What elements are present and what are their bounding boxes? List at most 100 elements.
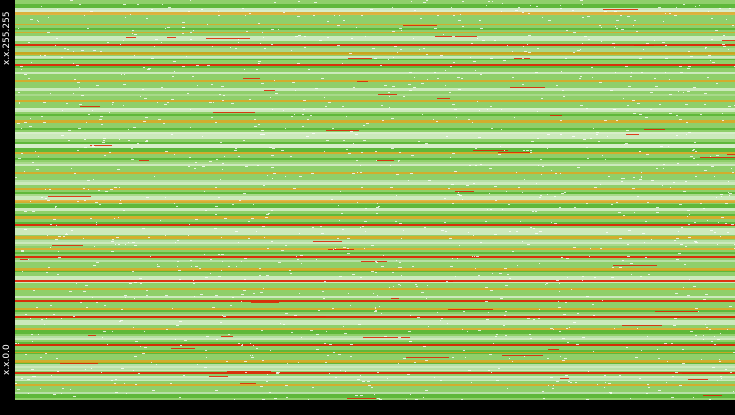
noise-speck	[360, 165, 361, 166]
heatmap-row-band	[15, 166, 735, 168]
noise-speck	[19, 102, 20, 103]
noise-speck	[571, 289, 572, 290]
noise-speck	[631, 274, 632, 275]
noise-speck	[182, 27, 185, 28]
noise-speck	[28, 42, 30, 43]
noise-speck	[24, 229, 27, 230]
noise-speck	[375, 307, 376, 308]
noise-speck	[340, 191, 341, 192]
noise-speck	[522, 58, 524, 59]
noise-speck	[295, 9, 296, 10]
noise-speck	[222, 163, 224, 164]
noise-speck	[694, 241, 697, 242]
noise-speck	[259, 268, 261, 269]
noise-speck	[283, 324, 285, 325]
noise-speck	[103, 331, 106, 332]
noise-speck	[495, 336, 497, 337]
noise-speck	[96, 302, 98, 303]
noise-speck	[29, 126, 32, 127]
noise-speck	[249, 99, 251, 100]
heatmap-row-band	[15, 112, 735, 114]
noise-speck	[715, 30, 718, 31]
noise-speck	[93, 50, 96, 51]
noise-speck	[559, 291, 560, 292]
noise-speck	[332, 128, 334, 129]
noise-speck	[343, 140, 345, 141]
noise-speck	[456, 117, 457, 118]
noise-speck	[32, 162, 34, 163]
noise-speck	[133, 127, 136, 128]
noise-speck	[480, 242, 482, 243]
noise-speck	[177, 266, 178, 267]
noise-speck	[253, 293, 255, 294]
noise-speck	[245, 166, 248, 167]
noise-speck	[675, 293, 678, 294]
noise-speck	[637, 196, 639, 197]
noise-speck	[66, 103, 68, 104]
noise-speck	[722, 113, 723, 114]
noise-speck	[373, 293, 374, 294]
noise-speck	[542, 166, 544, 167]
medium-row-band	[15, 288, 735, 290]
noise-speck	[235, 148, 237, 149]
noise-speck	[324, 97, 325, 98]
noise-speck	[99, 119, 102, 120]
noise-speck	[325, 106, 327, 107]
noise-speck	[272, 109, 273, 110]
heatmap-row-band	[15, 314, 735, 316]
noise-speck	[475, 70, 476, 71]
noise-speck	[440, 320, 441, 321]
noise-speck	[718, 222, 719, 223]
noise-speck	[393, 286, 394, 287]
heatmap-row-band	[15, 374, 735, 376]
noise-speck	[470, 57, 471, 58]
noise-speck	[509, 278, 511, 279]
noise-speck	[254, 119, 256, 120]
noise-speck	[547, 148, 548, 149]
noise-speck	[398, 284, 400, 285]
noise-speck	[21, 153, 23, 154]
noise-speck	[588, 371, 589, 372]
noise-speck	[130, 14, 131, 15]
noise-speck	[403, 358, 406, 359]
noise-speck	[194, 296, 195, 297]
noise-speck	[15, 383, 17, 384]
noise-speck	[533, 228, 535, 229]
noise-speck	[616, 120, 618, 121]
noise-speck	[195, 219, 198, 220]
medium-row-band	[15, 352, 735, 353]
noise-speck	[163, 123, 165, 124]
noise-speck	[580, 49, 581, 50]
noise-speck	[324, 343, 326, 344]
noise-speck	[709, 329, 711, 330]
noise-speck	[453, 62, 455, 63]
noise-speck	[56, 38, 58, 39]
noise-speck	[224, 156, 225, 157]
heatmap-row-band	[15, 98, 735, 100]
noise-speck	[232, 204, 234, 205]
noise-speck	[621, 29, 624, 30]
noise-speck	[716, 155, 719, 156]
noise-speck	[590, 138, 592, 139]
noise-speck	[536, 183, 537, 184]
noise-speck	[176, 325, 179, 326]
noise-speck	[266, 381, 268, 382]
noise-speck	[516, 231, 518, 232]
noise-speck	[697, 164, 699, 165]
medium-row-band	[15, 172, 735, 174]
heatmap-row-band	[15, 318, 735, 320]
noise-speck	[215, 206, 218, 207]
heatmap-row-band	[15, 50, 735, 52]
noise-speck	[656, 207, 659, 208]
noise-speck	[705, 47, 707, 48]
noise-speck	[428, 326, 429, 327]
noise-speck	[341, 213, 343, 214]
noise-speck	[473, 61, 476, 62]
noise-speck	[669, 79, 670, 80]
noise-speck	[683, 92, 684, 93]
noise-speck	[207, 65, 210, 66]
noise-speck	[238, 156, 240, 157]
noise-speck	[173, 61, 176, 62]
noise-speck	[257, 165, 259, 166]
noise-speck	[335, 377, 337, 378]
